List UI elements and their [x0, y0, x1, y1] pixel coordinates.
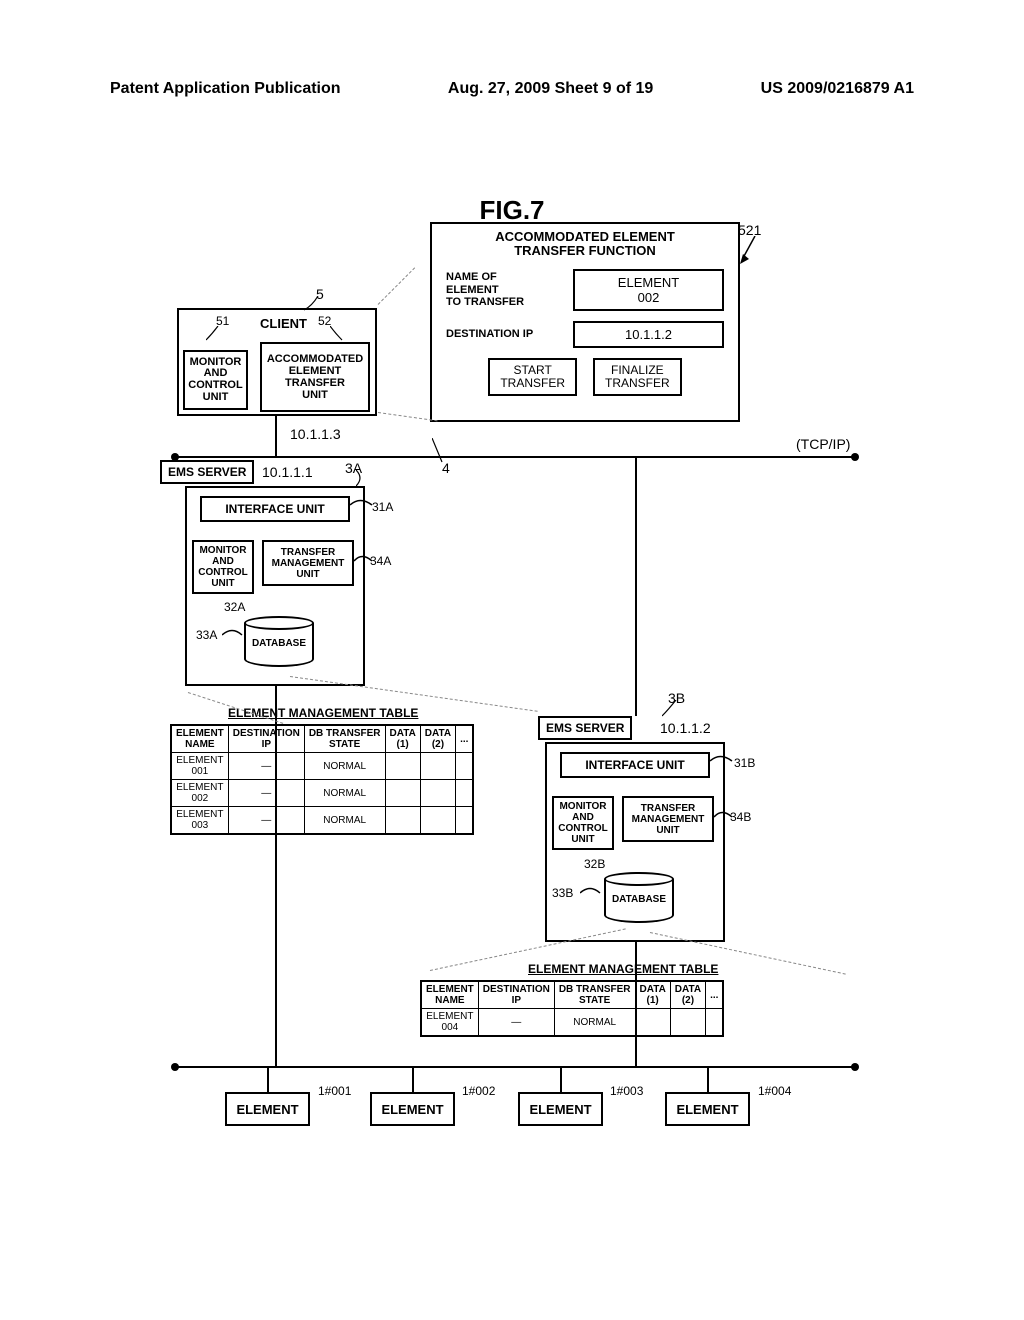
- arrow-521-icon: [740, 236, 760, 266]
- destination-ip-field[interactable]: 10.1.1.2: [573, 321, 724, 348]
- database-b-icon: DATABASE: [604, 872, 674, 928]
- panel-title: ACCOMMODATED ELEMENT TRANSFER FUNCTION: [432, 230, 738, 259]
- ems-a-ip: 10.1.1.1: [262, 464, 313, 480]
- finalize-transfer-button[interactable]: FINALIZE TRANSFER: [593, 358, 682, 396]
- ref-1-002: 1#002: [462, 1084, 495, 1098]
- connector-icon: [350, 496, 376, 514]
- connector-icon: [330, 326, 344, 342]
- tcpip-label: (TCP/IP): [796, 436, 850, 452]
- element-4: ELEMENT: [665, 1092, 750, 1126]
- page-header: Patent Application Publication Aug. 27, …: [0, 80, 1024, 98]
- sheet-label: Aug. 27, 2009 Sheet 9 of 19: [448, 80, 653, 98]
- vline: [635, 942, 637, 1066]
- ems-b-ip: 10.1.1.2: [660, 720, 711, 736]
- element-management-table-a: ELEMENT NAME DESTINATION IP DB TRANSFER …: [170, 724, 474, 835]
- destip-label: DESTINATION IP: [446, 328, 561, 340]
- connector-icon: [710, 752, 736, 770]
- vline: [412, 1066, 414, 1092]
- ems-a-tag: EMS SERVER: [160, 460, 254, 484]
- interface-unit-a: INTERFACE UNIT: [200, 496, 350, 522]
- monitor-control-unit: MONITOR AND CONTROL UNIT: [183, 350, 248, 410]
- connector-icon: [662, 700, 680, 718]
- element-1: ELEMENT: [225, 1092, 310, 1126]
- connector-icon: [304, 296, 320, 312]
- ref-31b: 31B: [734, 756, 755, 770]
- vline: [707, 1066, 709, 1092]
- ref-32a: 32A: [224, 600, 245, 614]
- ems-b-tag: EMS SERVER: [538, 716, 632, 740]
- top-bus: [175, 456, 855, 458]
- connector-icon: [222, 626, 246, 644]
- client-title: CLIENT: [260, 316, 307, 331]
- bottom-bus: [175, 1066, 855, 1068]
- pub-number: US 2009/0216879 A1: [761, 80, 914, 98]
- connector-icon: [206, 326, 220, 342]
- connector-icon: [714, 808, 736, 826]
- ref-32b: 32B: [584, 857, 605, 871]
- element-management-table-b: ELEMENT NAME DESTINATION IP DB TRANSFER …: [420, 980, 724, 1037]
- connector-icon: [356, 470, 370, 488]
- client-ip: 10.1.1.3: [290, 426, 341, 442]
- element-2: ELEMENT: [370, 1092, 455, 1126]
- connector-icon: [580, 884, 604, 902]
- table-b-title: ELEMENT MANAGEMENT TABLE: [528, 962, 718, 976]
- vline: [635, 456, 637, 716]
- table-a-title: ELEMENT MANAGEMENT TABLE: [228, 706, 418, 720]
- transfer-panel: ACCOMMODATED ELEMENT TRANSFER FUNCTION N…: [430, 222, 740, 422]
- vline: [275, 416, 277, 456]
- pub-label: Patent Application Publication: [110, 80, 341, 98]
- database-a-icon: DATABASE: [244, 616, 314, 672]
- monitor-control-unit-a: MONITOR AND CONTROL UNIT: [192, 540, 254, 594]
- vline: [267, 1066, 269, 1092]
- dash-line: [378, 412, 438, 421]
- transfer-management-unit-a: TRANSFER MANAGEMENT UNIT: [262, 540, 354, 586]
- ref-1-004: 1#004: [758, 1084, 791, 1098]
- accommodated-element-transfer-unit: ACCOMMODATED ELEMENT TRANSFER UNIT: [260, 342, 370, 412]
- ref-33a: 33A: [196, 628, 217, 642]
- interface-unit-b: INTERFACE UNIT: [560, 752, 710, 778]
- ref-1-001: 1#001: [318, 1084, 351, 1098]
- ref-1-003: 1#003: [610, 1084, 643, 1098]
- element-3: ELEMENT: [518, 1092, 603, 1126]
- dash-line: [378, 267, 415, 304]
- connector-icon: [432, 438, 446, 464]
- ref-33b: 33B: [552, 886, 573, 900]
- vline: [560, 1066, 562, 1092]
- vline: [275, 686, 277, 1066]
- monitor-control-unit-b: MONITOR AND CONTROL UNIT: [552, 796, 614, 850]
- connector-icon: [354, 552, 376, 570]
- transfer-management-unit-b: TRANSFER MANAGEMENT UNIT: [622, 796, 714, 842]
- name-label: NAME OF ELEMENT TO TRANSFER: [446, 271, 561, 307]
- start-transfer-button[interactable]: START TRANSFER: [488, 358, 577, 396]
- element-name-field[interactable]: ELEMENT 002: [573, 269, 724, 311]
